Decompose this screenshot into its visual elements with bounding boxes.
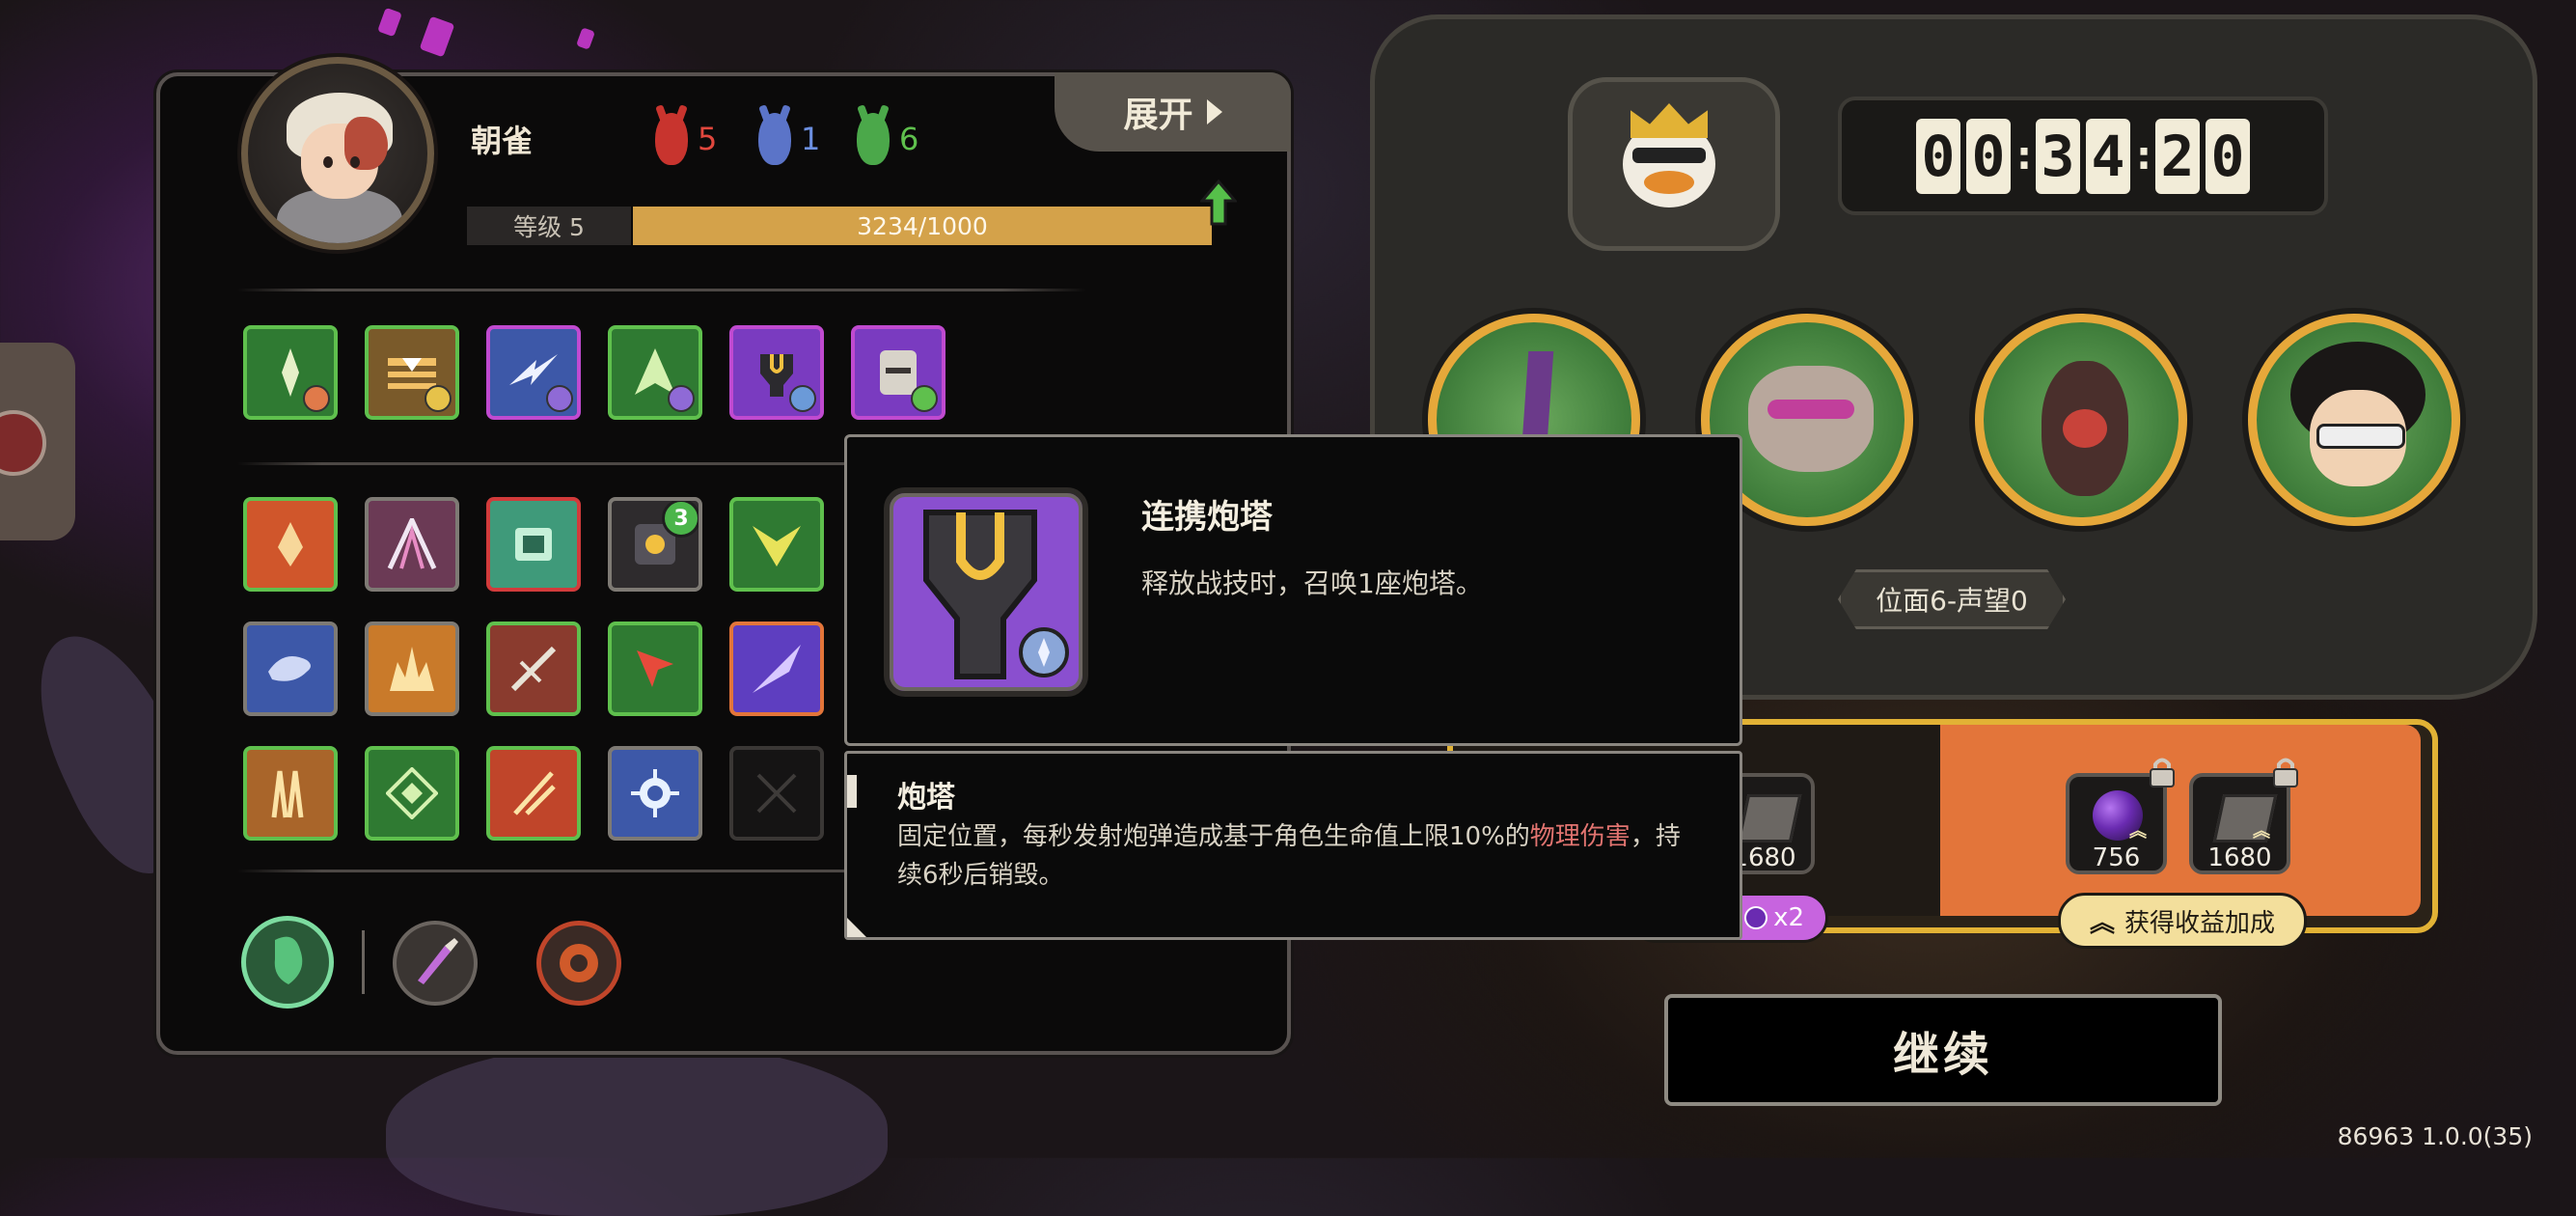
divider [237,289,1086,291]
timer-digit: 3 [2036,118,2080,194]
timer-digit: 4 [2086,118,2130,194]
side-tab[interactable] [0,343,75,540]
team-member-portrait[interactable] [1975,314,2187,526]
book-icon [1737,794,1802,843]
crown-icon [1631,103,1708,138]
exp-text: 3234/1000 [857,211,988,240]
faction-red: 5 [655,113,717,165]
weapon-slot[interactable] [393,921,478,1006]
keyword-text: 固定位置，每秒发射炮弹造成基于角色生命值上限10%的 [897,822,1530,851]
expand-label: 展开 [1123,96,1193,135]
side-tab-icon [0,410,46,476]
timer-digit: 0 [1916,118,1960,194]
skill-slot[interactable] [243,622,338,716]
bg-shard [576,27,595,50]
equipped-skill[interactable] [243,325,338,420]
bg-shard [419,15,455,58]
exp-track: 3234/1000 [633,207,1212,245]
timer-digit: 0 [1966,118,2011,194]
level-label: 等级 5 [467,207,631,245]
skill-slot[interactable] [486,497,581,592]
skill-slot[interactable] [608,746,702,841]
skill-slot[interactable] [243,746,338,841]
equipped-skill[interactable] [851,325,945,420]
keyword-highlight: 物理伤害 [1529,822,1631,851]
equipped-skill[interactable] [608,325,702,420]
faction-blue: 1 [758,113,820,165]
bonus-yield-button[interactable]: ︽ 获得收益加成 [2058,893,2307,949]
turret-skill-icon [884,487,1088,697]
team-member-portrait[interactable] [2248,314,2460,526]
lock-icon [2150,758,2175,788]
green-mask-icon [857,113,890,165]
character-name: 朝雀 [471,123,534,159]
equipped-skill[interactable] [365,325,459,420]
bg-shard [377,7,402,38]
skill-slot[interactable]: 3 [608,497,702,592]
tooltip-title: 连携炮塔 [1141,498,1273,537]
corner-icon [847,918,866,937]
expand-button[interactable]: 展开 [1055,72,1291,152]
skill-slot[interactable] [365,497,459,592]
tooltip-description: 释放战技时，召唤1座炮塔。 [1141,567,1483,599]
purple-orb-icon [1744,906,1768,929]
skill-slot[interactable] [729,622,824,716]
skill-slot[interactable] [243,497,338,592]
lock-icon [2273,758,2298,788]
multiplier-label: x2 [1773,903,1804,932]
faction-green: 6 [857,113,918,165]
blue-mask-icon [758,113,791,165]
faction-count: 6 [899,121,919,157]
keyword-description: 固定位置，每秒发射炮弹造成基于角色生命值上限10%的物理伤害，持续6秒后销毁。 [897,817,1688,895]
leader-badge[interactable] [1568,77,1780,251]
character-avatar[interactable] [241,57,434,250]
resource-count: 756 [2092,843,2141,872]
skill-count-badge: 3 [662,501,699,538]
level-bar: 等级 5 3234/1000 [467,180,1237,245]
keyword-title: 炮塔 [897,781,955,815]
upgrade-chevron-icon: ︽ [2129,821,2147,842]
reward-bonus: ︽ 756 ︽ 1680 [1940,725,2421,916]
skill-slot[interactable] [486,622,581,716]
skill-slot[interactable] [486,746,581,841]
bonus-resource-orb[interactable]: ︽ 756 [2066,758,2175,874]
skill-tooltip: 连携炮塔 释放战技时，召唤1座炮塔。 [844,434,1742,746]
timer-digit: 2 [2155,118,2200,194]
arrow-right-icon [1206,99,1222,124]
red-mask-icon [655,113,688,165]
keyword-tooltip: 炮塔 固定位置，每秒发射炮弹造成基于角色生命值上限10%的物理伤害，持续6秒后销… [844,751,1742,940]
keyword-marker [847,775,857,808]
upgrade-chevron-icon: ︽ [2253,821,2270,842]
skill-slot[interactable] [365,622,459,716]
version-text: 86963 1.0.0(35) [2337,1122,2533,1150]
bonus-resource-book[interactable]: ︽ 1680 [2189,758,2298,874]
close-icon [756,773,797,814]
upgrade-chevron-icon: ︽ [2089,908,2115,938]
equipped-skill[interactable] [486,325,581,420]
faction-count: 1 [801,121,821,157]
empty-skill-slot[interactable] [729,746,824,841]
run-timer: 0 0 : 3 4 : 2 0 [1838,97,2328,215]
level-up-arrow-icon[interactable] [1200,180,1237,226]
equipped-skill-turret[interactable] [729,325,824,420]
timer-digit: 0 [2206,118,2250,194]
bonus-label: 获得收益加成 [2124,908,2276,938]
relic-slot[interactable] [241,916,334,1009]
skill-slot[interactable] [729,497,824,592]
continue-button[interactable]: 继续 [1664,994,2222,1106]
skill-slot[interactable] [365,746,459,841]
bg-claw [386,1042,888,1216]
resource-count: 1680 [2207,843,2272,872]
position-label: 位面6-声望0 [1838,569,2066,629]
divider [362,930,365,994]
armor-slot[interactable] [536,921,621,1006]
faction-count: 5 [698,121,718,157]
skill-slot[interactable] [608,622,702,716]
